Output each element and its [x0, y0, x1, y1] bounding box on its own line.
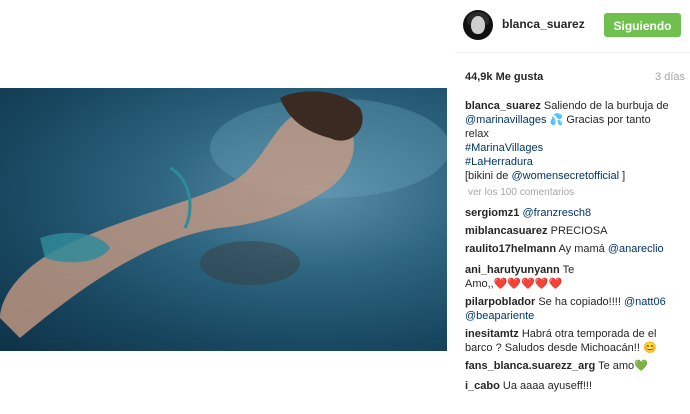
green-heart-emoji: 💚	[634, 360, 648, 372]
list-item: i_cabo Ua aaaa ayuseff!!!	[465, 379, 592, 393]
comment-text-2: barco ? Saludos desde Michoacán!!	[465, 342, 640, 354]
caption-mention-womensecret[interactable]: @womensecretofficial	[511, 170, 619, 182]
caption-bikini-suffix: ]	[622, 170, 626, 182]
caption-mention-marinavillages[interactable]: @marinavillages	[465, 114, 546, 126]
list-item: raulito17helmann Ay mamá @anareclio	[465, 242, 664, 256]
hashtag-laherradura[interactable]: #LaHerradura	[465, 156, 533, 168]
comment-text: Habrá otra temporada de el	[521, 328, 657, 340]
comment-username[interactable]: fans_blanca.suarezz_arg	[465, 360, 595, 372]
comment-text: PRECIOSA	[550, 225, 608, 237]
hearts-emoji: ❤️❤️❤️❤️❤️	[493, 278, 563, 290]
caption-text-1: Saliendo de la burbuja de	[543, 100, 669, 112]
list-item: sergiomz1 @franzresch8	[465, 206, 591, 220]
post-photo[interactable]	[0, 88, 447, 351]
comment-username[interactable]: sergiomz1	[465, 207, 519, 219]
comment-text-2: Amo,,	[465, 278, 494, 290]
post-sidebar: blanca_suarez Siguiendo 44,9k Me gusta 3…	[455, 0, 690, 414]
caption-text-3: relax	[465, 128, 489, 140]
comment-text: Ua aaaa ayuseff!!!	[502, 380, 593, 392]
comment-username[interactable]: inesitamtz	[465, 328, 519, 340]
comment-username[interactable]: miblancasuarez	[465, 225, 548, 237]
caption-username[interactable]: blanca_suarez	[465, 100, 541, 112]
avatar-face	[471, 16, 485, 34]
post-time[interactable]: 3 días	[655, 71, 685, 83]
list-item: pilarpoblador Se ha copiado!!!! @natt06 …	[465, 295, 666, 323]
comment-mention[interactable]: @anareclio	[608, 243, 664, 255]
comment-username[interactable]: ani_harutyunyann	[465, 264, 560, 276]
underwater-swimmer-image	[0, 91, 447, 338]
comment-username[interactable]: pilarpoblador	[465, 296, 535, 308]
caption-bikini-prefix: [bikini de	[465, 170, 509, 182]
comment-username[interactable]: raulito17helmann	[465, 243, 556, 255]
post-stats: 44,9k Me gusta 3 días	[465, 71, 685, 87]
list-item: fans_blanca.suarezz_arg Te amo💚	[465, 359, 648, 373]
avatar[interactable]	[463, 10, 493, 40]
comment-username[interactable]: i_cabo	[465, 380, 500, 392]
list-item: inesitamtz Habrá otra temporada de el ba…	[465, 327, 657, 355]
post-username[interactable]: blanca_suarez	[502, 17, 585, 31]
droplets-emoji: 💦	[549, 114, 564, 126]
list-item: ani_harutyunyann Te Amo,,❤️❤️❤️❤️❤️	[465, 263, 574, 291]
comment-text: Te amo	[598, 360, 635, 372]
likes-count[interactable]: 44,9k Me gusta	[465, 71, 543, 83]
comment-mention[interactable]: @franzresch8	[522, 207, 591, 219]
smile-emoji: 😊	[642, 342, 657, 354]
following-button[interactable]: Siguiendo	[604, 13, 681, 37]
comment-text: Se ha copiado!!!!	[538, 296, 621, 308]
comment-mention-2[interactable]: @beapariente	[465, 310, 534, 322]
list-item: miblancasuarez PRECIOSA	[465, 224, 607, 238]
hashtag-marinavillages[interactable]: #MarinaVillages	[465, 142, 543, 154]
post-caption: blanca_suarez Saliendo de la burbuja de …	[465, 99, 685, 183]
caption-text-2: Gracias por tanto	[566, 114, 651, 126]
comment-text: Ay mamá	[558, 243, 605, 255]
post-header: blanca_suarez Siguiendo	[455, 0, 690, 53]
comment-text: Te	[562, 264, 575, 276]
comment-mention[interactable]: @natt06	[624, 296, 666, 308]
view-all-comments-link[interactable]: ver los 100 comentarios	[468, 187, 574, 198]
